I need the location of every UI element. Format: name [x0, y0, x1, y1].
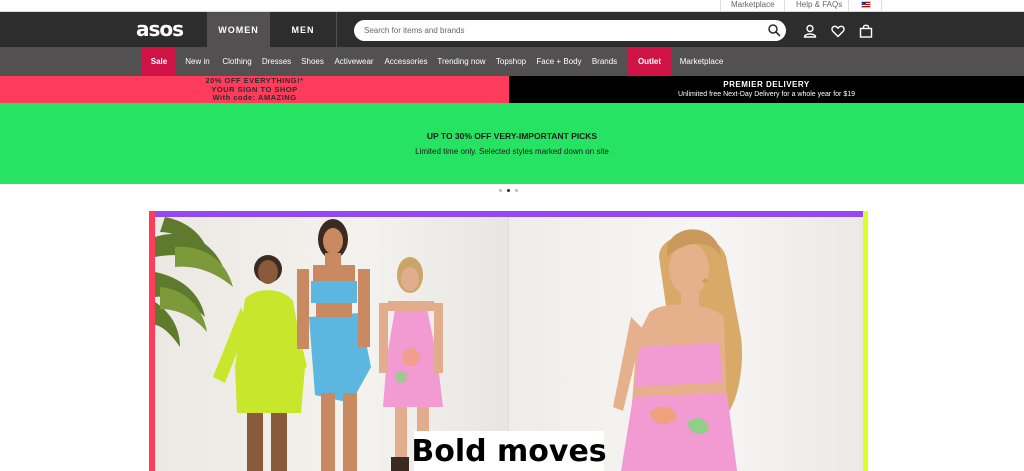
category-activewear[interactable]: Activewear [331, 47, 377, 76]
tab-women[interactable]: WOMEN [207, 12, 270, 47]
hero-headline: Bold moves [411, 433, 607, 469]
utility-bar: Marketplace Help & FAQs [0, 0, 1024, 12]
category-face-body[interactable]: Face + Body [533, 47, 585, 76]
category-clothing[interactable]: Clothing [218, 47, 256, 76]
hero-banner[interactable]: Bold moves [149, 211, 868, 471]
hero-accent-left [149, 211, 155, 471]
premier-delivery-title: PREMIER DELIVERY [723, 80, 810, 89]
promo-discount-code: With code: AMAZING [212, 93, 297, 102]
category-sale[interactable]: Sale [142, 47, 176, 76]
category-brands[interactable]: Brands [588, 47, 621, 76]
asos-logo[interactable]: asos [136, 17, 184, 41]
category-accessories[interactable]: Accessories [381, 47, 431, 76]
category-nav: Sale New in Clothing Dresses Shoes Activ… [0, 47, 1024, 76]
main-header: asos WOMEN MEN [0, 12, 1024, 47]
category-marketplace[interactable]: Marketplace [675, 47, 728, 76]
category-outlet[interactable]: Outlet [628, 47, 671, 76]
hero-accent-top [149, 211, 868, 217]
tab-men[interactable]: MEN [270, 12, 336, 47]
util-separator [784, 0, 785, 11]
search-bar [354, 20, 786, 41]
util-separator [881, 0, 882, 11]
tab-divider [336, 12, 337, 47]
search-icon[interactable] [767, 23, 781, 37]
search-input[interactable] [364, 23, 754, 38]
category-topshop[interactable]: Topshop [492, 47, 530, 76]
category-dresses[interactable]: Dresses [259, 47, 294, 76]
carousel-dot[interactable] [499, 189, 502, 192]
us-flag-icon[interactable] [861, 1, 871, 8]
util-marketplace-link[interactable]: Marketplace [731, 0, 775, 10]
util-separator [720, 0, 721, 11]
hero-headline-box: Bold moves [411, 431, 607, 471]
hero-accent-right [863, 211, 868, 471]
carousel-dot[interactable] [515, 189, 518, 192]
sale-banner-title: UP TO 30% OFF VERY-IMPORTANT PICKS [426, 131, 598, 141]
account-icon[interactable] [803, 24, 817, 38]
promo-discount-banner[interactable]: 20% OFF EVERYTHING!* YOUR SIGN TO SHOP W… [0, 76, 509, 103]
carousel-dot-active[interactable] [507, 189, 510, 192]
category-shoes[interactable]: Shoes [297, 47, 328, 76]
promo-premier-delivery-banner[interactable]: PREMIER DELIVERY Unlimited free Next-Day… [509, 76, 1024, 103]
util-separator [848, 0, 849, 11]
premier-delivery-subtitle: Unlimited free Next-Day Delivery for a w… [677, 91, 855, 98]
sale-banner[interactable]: UP TO 30% OFF VERY-IMPORTANT PICKS Limit… [0, 103, 1024, 184]
util-help-link[interactable]: Help & FAQs [796, 0, 842, 10]
sale-banner-subtitle: Limited time only. Selected styles marke… [415, 147, 609, 156]
bag-icon[interactable] [859, 24, 873, 38]
heart-icon[interactable] [831, 24, 845, 38]
category-new-in[interactable]: New in [180, 47, 215, 76]
category-trending-now[interactable]: Trending now [434, 47, 489, 76]
